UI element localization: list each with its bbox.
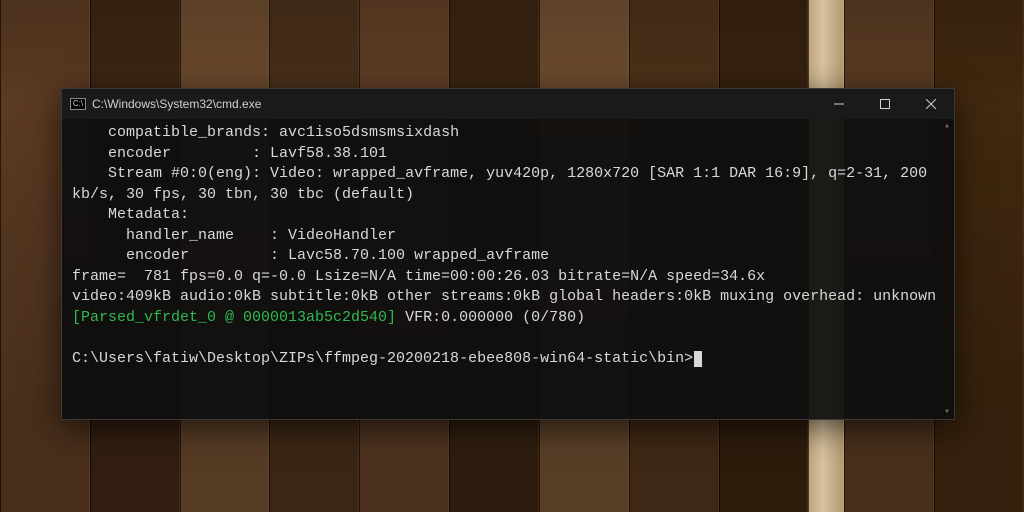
scroll-up-icon[interactable]: ▴ [940,119,954,133]
window-title: C:\Windows\System32\cmd.exe [92,97,261,111]
cmd-window[interactable]: C:\ C:\Windows\System32\cmd.exe ▴ ▾ comp… [61,88,955,420]
titlebar[interactable]: C:\ C:\Windows\System32\cmd.exe [62,89,954,119]
output-line: video:409kB audio:0kB subtitle:0kB other… [72,288,936,305]
terminal-area[interactable]: ▴ ▾ compatible_brands: avc1iso5dsmsmsixd… [62,119,954,419]
parsed-vfrdet-tag: [Parsed_vfrdet_0 @ 0000013ab5c2d540] [72,309,396,326]
cursor [694,351,702,367]
output-line: handler_name : VideoHandler [72,227,396,244]
output-line: frame= 781 fps=0.0 q=-0.0 Lsize=N/A time… [72,268,765,285]
close-button[interactable] [908,89,954,119]
minimize-button[interactable] [816,89,862,119]
scroll-down-icon[interactable]: ▾ [940,405,954,419]
output-line: Metadata: [72,206,189,223]
output-line: encoder : Lavc58.70.100 wrapped_avframe [72,247,549,264]
output-line: Stream #0:0(eng): Video: wrapped_avframe… [72,165,936,203]
output-line: VFR:0.000000 (0/780) [396,309,585,326]
output-line: compatible_brands: avc1iso5dsmsmsixdash [72,124,459,141]
cmd-icon: C:\ [70,98,86,110]
output-line: encoder : Lavf58.38.101 [72,145,387,162]
terminal-output[interactable]: compatible_brands: avc1iso5dsmsmsixdash … [72,119,940,419]
maximize-button[interactable] [862,89,908,119]
command-prompt: C:\Users\fatiw\Desktop\ZIPs\ffmpeg-20200… [72,350,693,367]
